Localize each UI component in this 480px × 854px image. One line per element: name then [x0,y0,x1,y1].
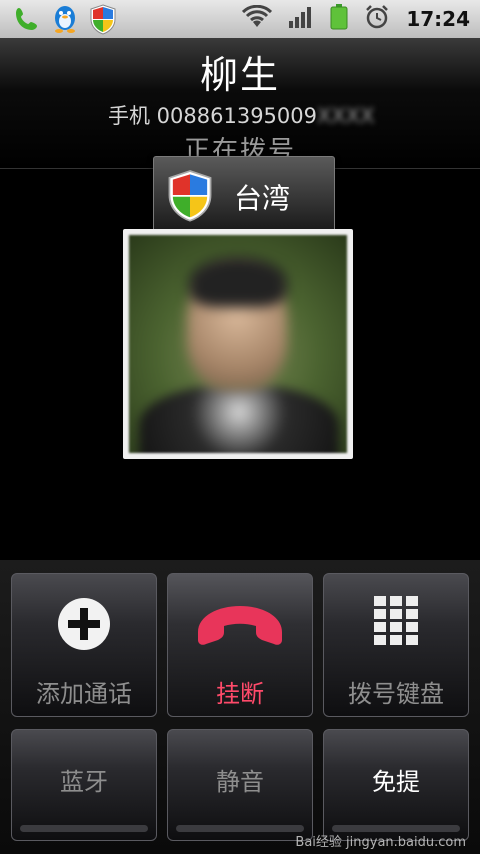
photo-hair [189,257,287,307]
alarm-clock-icon [364,4,390,34]
signal-icon [288,5,314,33]
status-bar: 17:24 [0,0,480,39]
status-clock: 17:24 [406,7,470,31]
bluetooth-button[interactable]: 蓝牙 [11,729,157,841]
battery-icon [330,4,348,34]
mute-label: 静音 [216,768,264,796]
notification-icons [12,2,118,36]
add-call-label: 添加通话 [36,680,132,708]
caller-location-tag: 台湾 [153,156,335,232]
qq-penguin-icon[interactable] [50,4,80,34]
security-shield-icon[interactable] [88,4,118,35]
bluetooth-label: 蓝牙 [60,768,108,796]
speaker-label: 免提 [372,768,420,796]
plus-circle-icon [12,596,156,652]
speaker-button[interactable]: 免提 [323,729,469,841]
caller-number-visible: 手机 008861395009 [108,104,318,128]
bluetooth-indicator [20,825,148,832]
caller-name: 柳生 [199,53,280,97]
mute-button[interactable]: 静音 [167,729,313,841]
hang-up-icon [168,596,312,652]
dialpad-icon [324,596,468,646]
photo-body [139,385,339,453]
add-call-button[interactable]: 添加通话 [11,573,157,717]
dialpad-button[interactable]: 拨号键盘 [323,573,469,717]
wifi-icon [242,4,273,33]
caller-location: 台湾 [234,182,291,215]
caller-number-blurred: XXXX [317,104,375,128]
call-screen: 17:24 柳生 手机 008861395009XXXX 正在拨号 台湾 添加通… [0,0,480,854]
caller-info-header: 柳生 手机 008861395009XXXX 正在拨号 [0,38,480,169]
call-controls: 添加通话 挂断 拨号键盘 蓝牙 静音 免提 Bai经验 jingyan.baid… [0,560,480,854]
dialpad-label: 拨号键盘 [348,680,444,708]
hang-up-label: 挂断 [216,680,264,708]
mute-indicator [176,825,304,832]
caller-number: 手机 008861395009XXXX [108,100,375,130]
phone-in-call-icon[interactable] [12,4,42,34]
hang-up-button[interactable]: 挂断 [167,573,313,717]
security-shield-icon [166,167,214,227]
contact-photo-frame [123,229,353,459]
watermark: Bai经验 jingyan.baidu.com [295,835,466,850]
contact-photo [129,235,347,453]
system-icons: 17:24 [242,0,470,38]
